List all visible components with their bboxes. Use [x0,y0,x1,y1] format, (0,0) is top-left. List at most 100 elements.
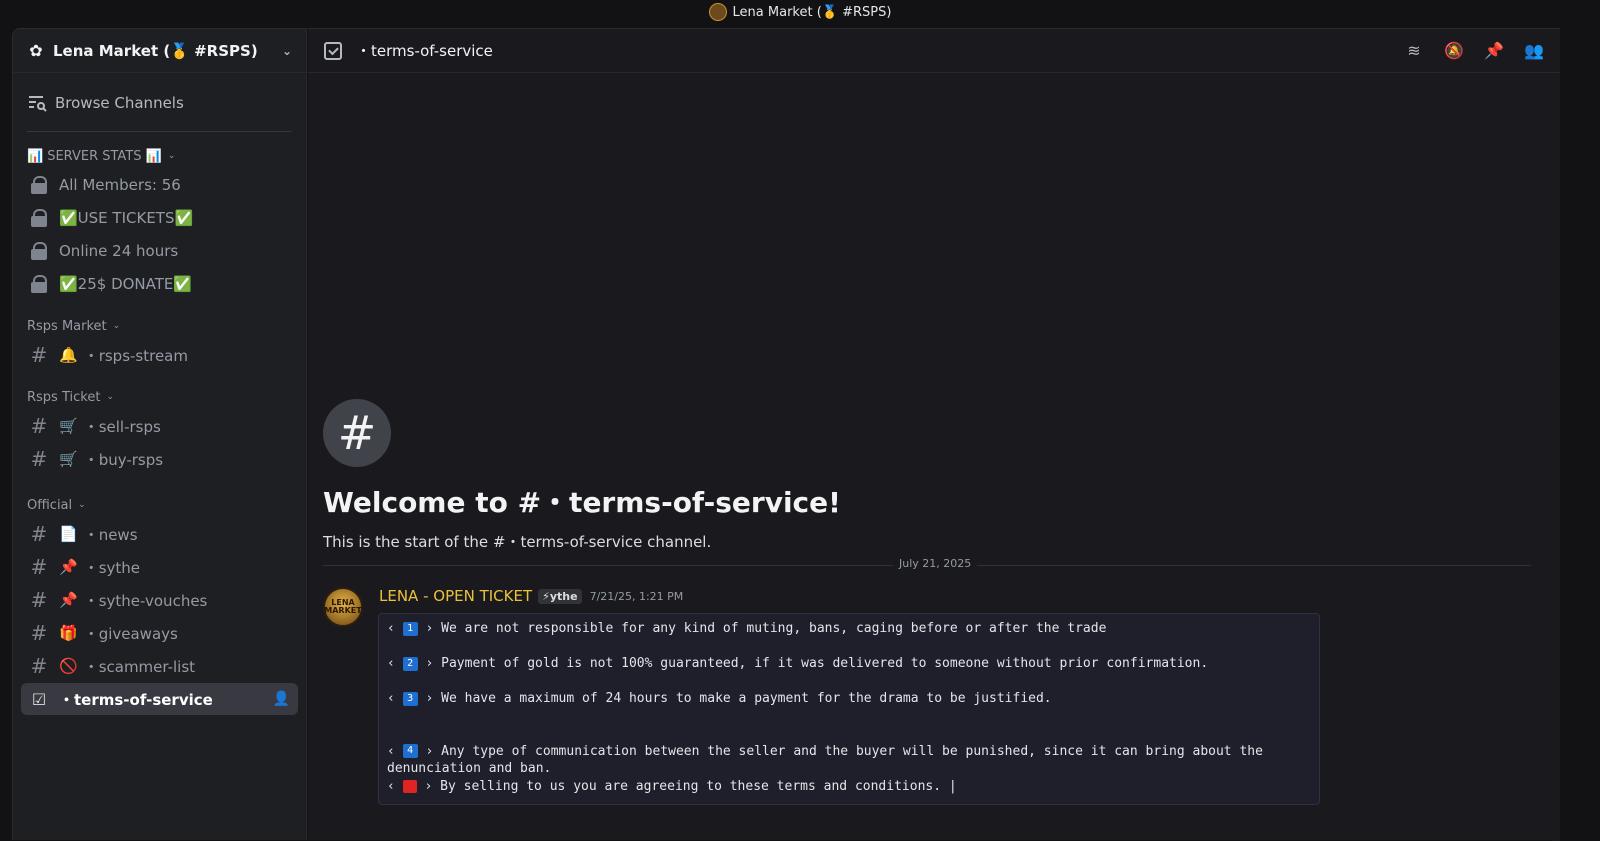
message-timestamp: 7/21/25, 1:21 PM [589,589,684,603]
code-line-text: We have a maximum of 24 hours to make a … [441,691,1052,706]
lock-icon [29,208,49,228]
page-icon: 📄 [59,525,78,543]
channel-label: ・terms-of-service [59,690,213,709]
channel-terms-of-service[interactable]: ☑ ・terms-of-service 👤 [21,683,298,715]
channel-rsps-stream[interactable]: # 🔔 ・rsps-stream [21,339,298,371]
code-line: ‹ 1 › We are not responsible for any kin… [387,621,1107,636]
channel-label: ・giveaways [83,624,178,643]
keycap-two-icon: 2 [402,656,418,671]
window-titlebar: Lena Market (🥇 #RSPS) [0,0,1600,24]
gift-icon: 🎁 [59,624,78,642]
channel-sythe[interactable]: # 📌 ・sythe [21,551,298,583]
code-line-text: We are not responsible for any kind of m… [441,621,1107,636]
category-server-stats[interactable]: 📊 SERVER STATS 📊 ⌄ [13,144,306,168]
server-header[interactable]: ✿ Lena Market (🥇 #RSPS) ⌄ [13,29,306,73]
server-tag-badge[interactable]: ⚡ythe [538,588,582,604]
browse-channels-label: Browse Channels [55,94,184,112]
divider [27,131,292,132]
channel-label: ✅25$ DONATE✅ [59,275,193,293]
category-rsps-ticket[interactable]: Rsps Ticket ⌄ [13,385,306,409]
pin-icon[interactable]: 📌 [1484,41,1504,61]
browse-channels-button[interactable]: Browse Channels [21,87,298,119]
code-line-text: Any type of communication between the se… [387,743,1271,777]
hash-icon: # [30,447,48,471]
add-member-icon[interactable]: 👤 [273,691,290,707]
hash-icon: # [30,555,48,579]
server-icon [708,3,727,21]
rules-channel-icon [324,41,342,60]
keycap-one-icon: 1 [402,621,418,636]
channel-label: ・rsps-stream [83,346,188,365]
stats-channel-online[interactable]: Online 24 hours [21,235,298,267]
channel-label: ✅USE TICKETS✅ [59,209,194,227]
avatar[interactable]: LENA MARKET [323,587,363,627]
cart-icon: 🛒 [59,450,78,468]
channel-label: ・buy-rsps [83,450,164,469]
lock-icon [29,274,49,294]
hash-icon: # [30,654,48,678]
channel-view: ・terms-of-service ≋ 🔕 📌 👥 # Welcome to #… [308,28,1560,841]
code-line-text: By selling to us you are agreeing to the… [440,778,957,794]
red-square-icon [402,779,417,793]
stats-channel-members[interactable]: All Members: 56 [21,169,298,201]
channel-buy-rsps[interactable]: # 🛒 ・buy-rsps [21,443,298,475]
category-official[interactable]: Official ⌄ [13,493,306,517]
prohibited-icon: 🚫 [59,657,78,675]
channel-label: ・scammer-list [83,657,196,676]
scrollbar[interactable] [1552,73,1560,841]
lock-icon [29,175,49,195]
channel-scammer-list[interactable]: # 🚫 ・scammer-list [21,650,298,682]
hash-icon: # [30,588,48,612]
channel-welcome: # Welcome to #・terms-of-service! This is… [323,399,841,552]
window-title: Lena Market (🥇 #RSPS) [732,4,892,20]
code-line: ‹ 2 › Payment of gold is not 100% guaran… [387,656,1209,671]
welcome-subtitle: This is the start of the #・terms-of-serv… [323,533,712,551]
category-label: Official [27,497,73,513]
hash-icon: # [30,522,48,546]
message-codeblock: ‹ 1 › We are not responsible for any kin… [378,613,1320,805]
header-toolbar: ≋ 🔕 📌 👥 [1404,41,1544,61]
avatar-logo-text: LENA MARKET [324,598,362,615]
stats-channel-tickets[interactable]: ✅USE TICKETS✅ [21,202,298,234]
channel-title: ・terms-of-service [356,42,493,60]
message-header: LENA - OPEN TICKET ⚡ythe 7/21/25, 1:21 P… [379,587,683,605]
channel-sell-rsps[interactable]: # 🛒 ・sell-rsps [21,410,298,442]
date-label: July 21, 2025 [893,557,978,570]
channel-sythe-vouches[interactable]: # 📌 ・sythe-vouches [21,584,298,616]
category-label: Rsps Market [27,318,107,334]
hash-icon: # [30,343,48,367]
channel-label: ・sell-rsps [83,417,161,436]
threads-icon[interactable]: ≋ [1404,41,1424,61]
code-line: ‹ 4 › Any type of communication between … [387,743,1271,777]
channel-label: All Members: 56 [59,176,181,194]
date-divider: July 21, 2025 [323,557,1531,570]
channel-header: ・terms-of-service ≋ 🔕 📌 👥 [308,29,1560,73]
stats-channel-donate[interactable]: ✅25$ DONATE✅ [21,268,298,300]
keycap-four-icon: 4 [402,744,418,758]
hash-icon: # [30,414,48,438]
category-label: Rsps Ticket [27,389,101,405]
channel-giveaways[interactable]: # 🎁 ・giveaways [21,617,298,649]
message-author[interactable]: LENA - OPEN TICKET [379,587,532,605]
browse-channels-icon [27,93,47,113]
chevron-down-icon[interactable]: ⌄ [282,44,292,58]
chevron-down-icon: ⌄ [78,500,86,510]
channel-label: ・news [83,525,138,544]
bell-icon: 🔔 [59,346,78,364]
channel-label: ・sythe [83,558,140,577]
mute-bell-icon[interactable]: 🔕 [1444,41,1464,61]
member-list-icon[interactable]: 👥 [1524,41,1544,61]
channel-label: ・sythe-vouches [83,591,208,610]
channel-sidebar: ✿ Lena Market (🥇 #RSPS) ⌄ Browse Channel… [12,28,307,840]
chevron-down-icon: ⌄ [167,151,176,161]
channel-news[interactable]: # 📄 ・news [21,518,298,550]
pin-icon: 📌 [59,558,78,576]
server-badge-icon: ✿ [29,40,43,60]
chevron-down-icon: ⌄ [106,392,114,402]
stats-icon: 📊 [27,148,44,164]
hash-icon: # [30,621,48,645]
welcome-title: Welcome to #・terms-of-service! [323,486,841,519]
category-rsps-market[interactable]: Rsps Market ⌄ [13,314,306,338]
pin-icon: 📌 [59,591,78,609]
lock-icon [29,241,49,261]
